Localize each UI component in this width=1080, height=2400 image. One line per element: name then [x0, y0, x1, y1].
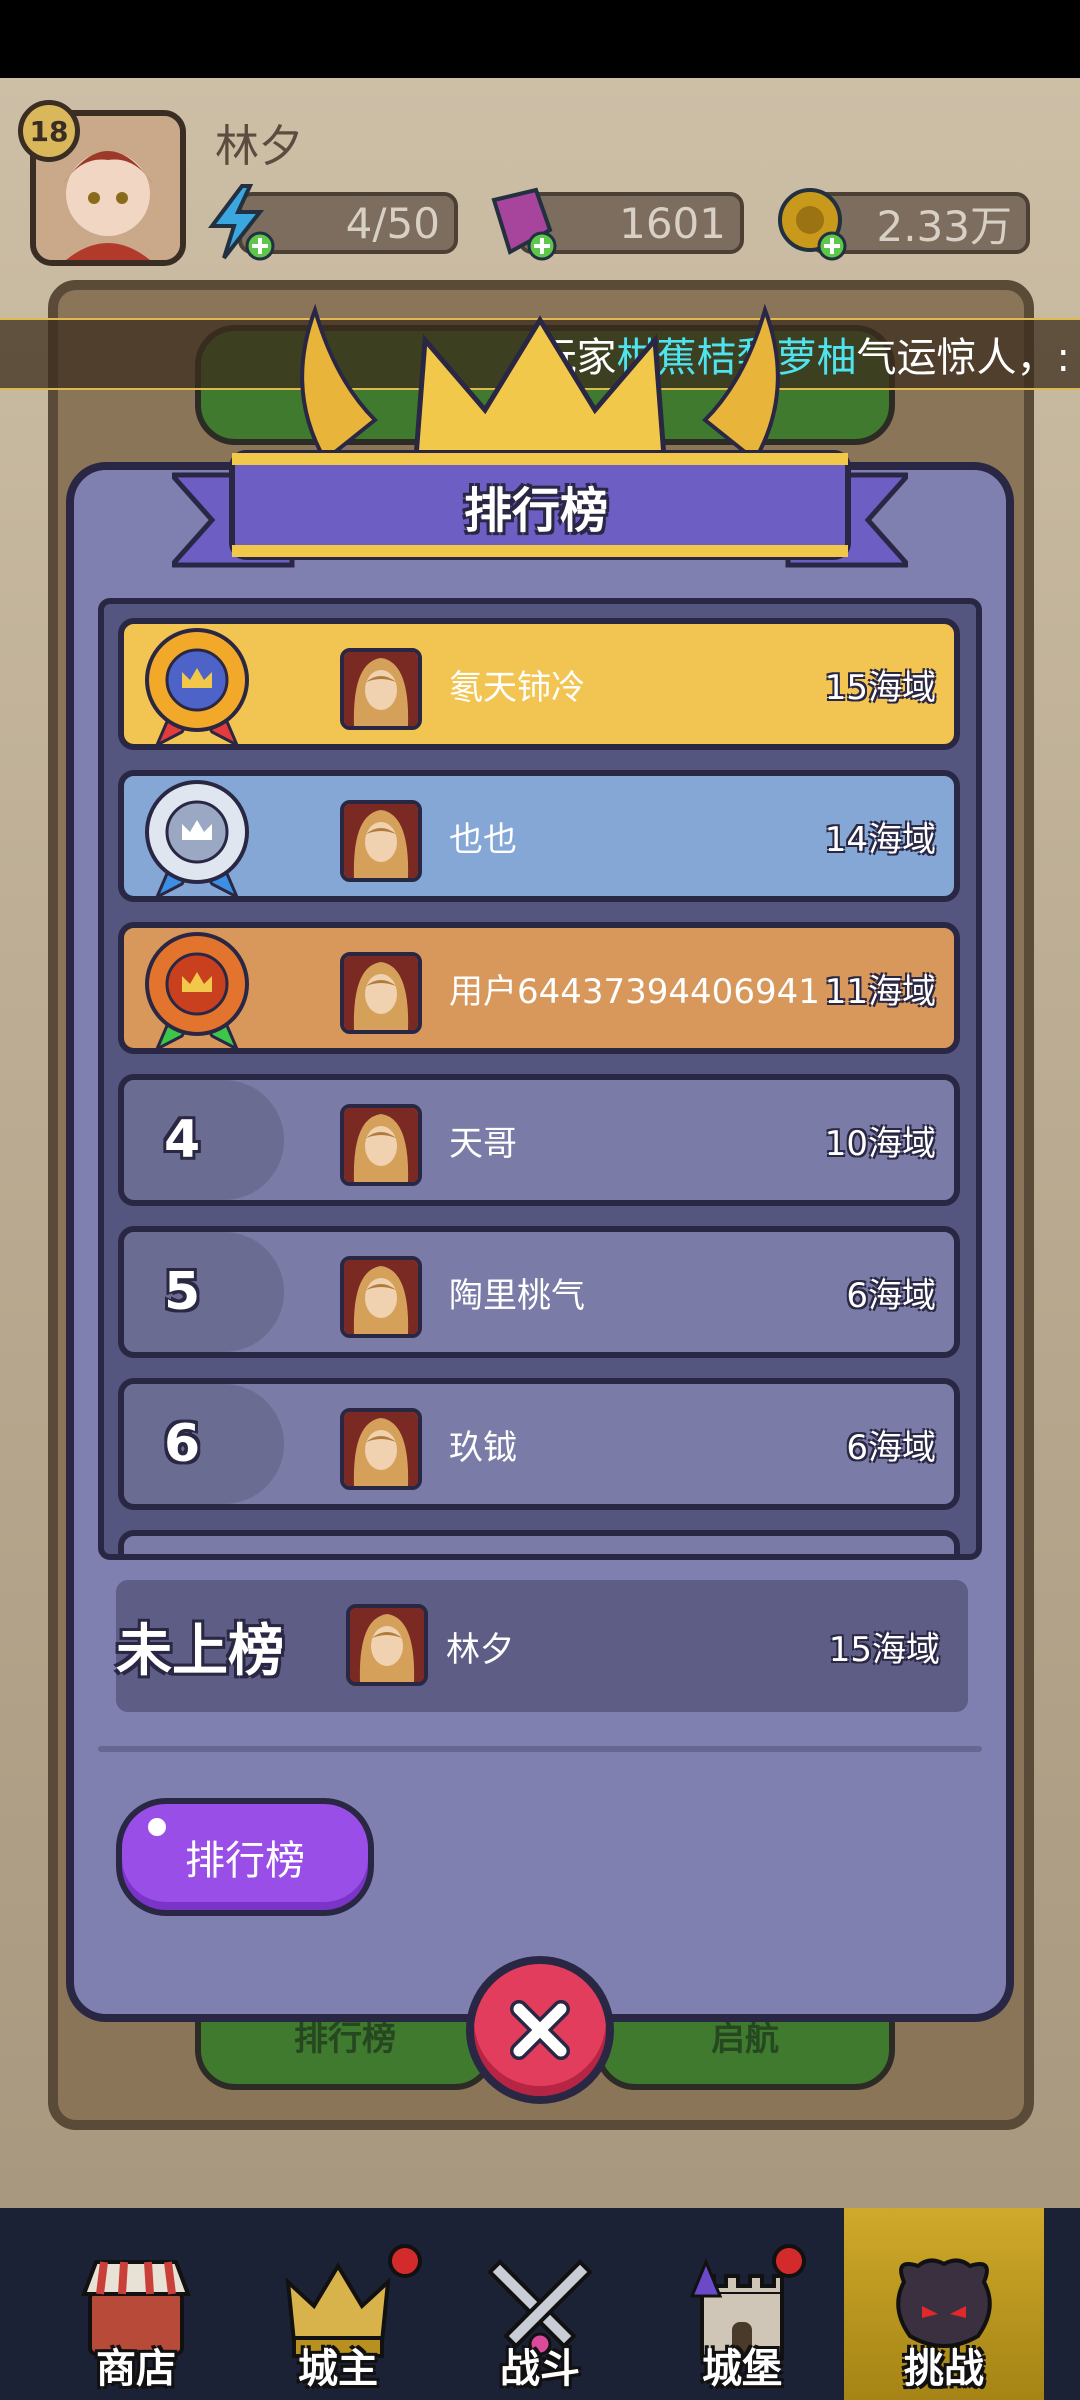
bronze-medal-icon — [145, 932, 249, 1053]
player-name: 陶里桃气 — [449, 1275, 585, 1316]
player-name: 天哥 — [449, 1123, 517, 1164]
rank-shade — [124, 1232, 284, 1352]
player-avatar-icon — [340, 800, 422, 882]
nav-challenge[interactable]: 挑战 — [844, 2208, 1044, 2400]
player-name: 林夕 — [215, 121, 303, 172]
notification-dot — [388, 2244, 422, 2278]
my-avatar-icon — [346, 1604, 428, 1686]
player-score: 6海域 — [846, 1275, 936, 1316]
nav-castle[interactable]: 城堡 — [642, 2208, 842, 2400]
my-rank-label: 未上榜 — [116, 1618, 284, 1684]
nav-label: 城主 — [298, 2346, 378, 2392]
nav-label: 商店 — [96, 2346, 176, 2392]
bottom-navigation: 商店 城主 战斗 城堡 挑战 — [0, 2208, 1080, 2400]
level-badge: 18 — [18, 100, 80, 162]
rank-shade — [124, 1384, 284, 1504]
nav-battle[interactable]: 战斗 — [440, 2208, 640, 2400]
dialog-title: 排行榜 — [463, 483, 608, 539]
my-rank-row: 未上榜 林夕 15海域 — [116, 1580, 968, 1712]
close-icon — [510, 2000, 570, 2060]
energy-bolt-icon[interactable] — [198, 180, 282, 264]
nav-label: 城堡 — [702, 2346, 782, 2392]
leaderboard-row[interactable]: 6 玖钺 6海域 — [118, 1378, 960, 1510]
player-score: 6海域 — [846, 1427, 936, 1468]
leaderboard-row[interactable]: 也也 14海域 — [118, 770, 960, 902]
nav-label: 挑战 — [904, 2346, 984, 2392]
rank-number: 5 — [164, 1262, 201, 1322]
player-avatar-icon — [340, 952, 422, 1034]
player-avatar-icon — [340, 1408, 422, 1490]
nav-label: 战斗 — [500, 2346, 580, 2392]
leaderboard-row-partial — [118, 1530, 960, 1554]
nav-shop[interactable]: 商店 — [36, 2208, 236, 2400]
player-name: 用户64437394406941 — [449, 971, 820, 1012]
my-name: 林夕 — [446, 1629, 514, 1670]
leaderboard-button[interactable]: 排行榜 — [116, 1798, 374, 1916]
notification-dot — [772, 2244, 806, 2278]
leaderboard-list[interactable]: 氡天铈冷 15海域 也也 14海域 用户64437394406941 11海域 … — [98, 598, 982, 1560]
close-button[interactable] — [466, 1956, 614, 2104]
player-score: 10海域 — [824, 1123, 936, 1164]
gold-medal-icon — [145, 628, 249, 749]
leaderboard-row[interactable]: 用户64437394406941 11海域 — [118, 922, 960, 1054]
status-bar — [0, 0, 1080, 78]
player-name: 也也 — [449, 819, 517, 860]
player-avatar-icon — [340, 1104, 422, 1186]
rank-shade — [124, 1080, 284, 1200]
coin-icon[interactable] — [770, 180, 854, 264]
player-avatar-icon — [340, 648, 422, 730]
player-score: 15海域 — [824, 667, 936, 708]
rank-number: 6 — [164, 1414, 201, 1474]
gem-icon[interactable] — [480, 180, 564, 264]
player-name: 玖钺 — [449, 1427, 517, 1468]
player-score: 11海域 — [824, 971, 936, 1012]
marquee-suffix: 气运惊人，: — [856, 335, 1070, 381]
silver-medal-icon — [145, 780, 249, 901]
leaderboard-row[interactable]: 4 天哥 10海域 — [118, 1074, 960, 1206]
nav-lord[interactable]: 城主 — [238, 2208, 438, 2400]
rank-number: 4 — [164, 1110, 201, 1170]
divider — [98, 1746, 982, 1752]
player-avatar-icon — [340, 1256, 422, 1338]
my-score: 15海域 — [828, 1629, 940, 1670]
leaderboard-row[interactable]: 5 陶里桃气 6海域 — [118, 1226, 960, 1358]
leaderboard-row[interactable]: 氡天铈冷 15海域 — [118, 618, 960, 750]
player-name: 氡天铈冷 — [449, 667, 585, 708]
player-score: 14海域 — [824, 819, 936, 860]
